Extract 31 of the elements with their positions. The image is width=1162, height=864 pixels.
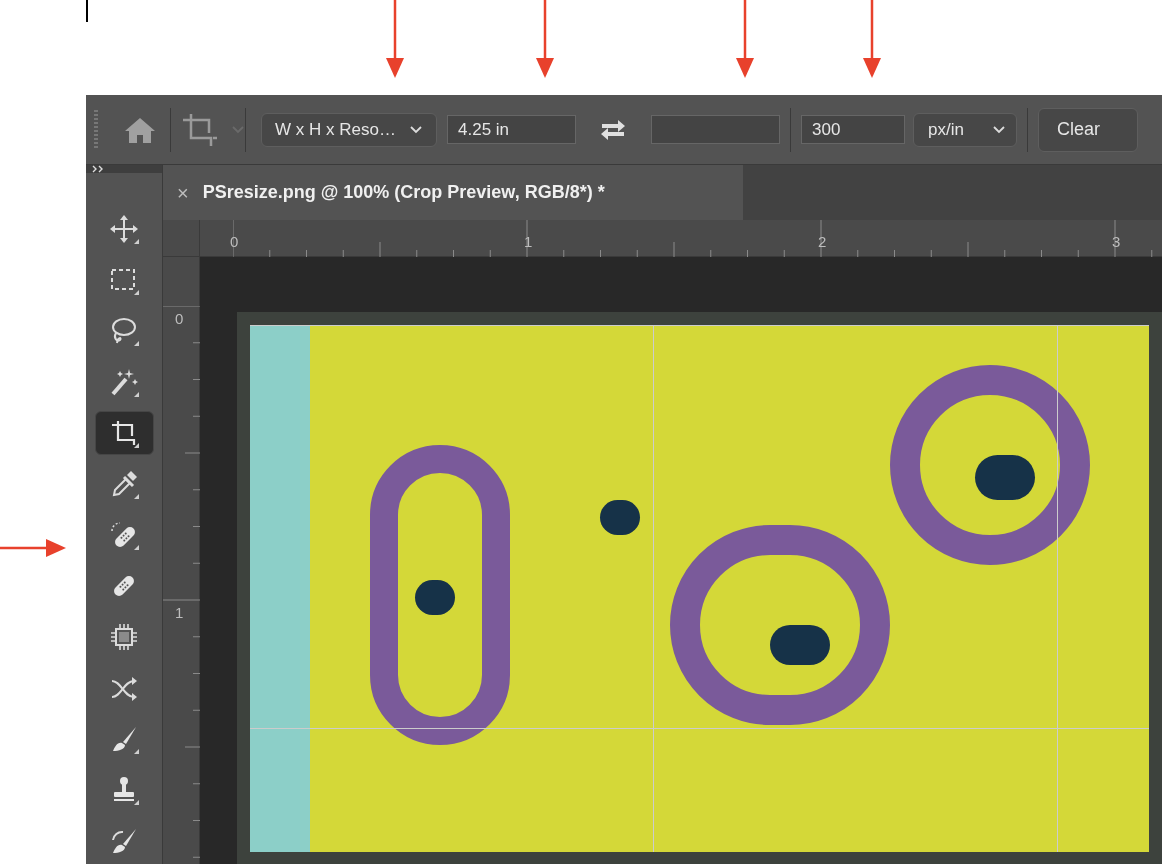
panel-grip-icon[interactable] [94,109,98,150]
lasso-icon [109,316,139,346]
move-icon [109,214,139,244]
close-tab-button[interactable]: × [177,182,189,203]
ruler-label: 0 [175,310,184,327]
clear-button[interactable]: Clear [1038,107,1138,152]
ratio-preset-dropdown[interactable]: W x H x Reso… [261,112,437,147]
tool-button[interactable] [94,411,154,455]
ruler-label: 3 [1112,233,1121,250]
crop-icon [181,112,217,147]
ruler-label: 1 [524,233,533,250]
text-cursor [86,0,88,22]
swap-arrows-icon [600,117,626,142]
patch-icon [109,622,139,652]
ruler-label: 0 [230,233,239,250]
chevron-down-icon [409,124,423,135]
ruler-label: 2 [818,233,827,250]
home-icon [123,115,157,144]
crop-icon [109,418,139,448]
width-field[interactable]: 4.25 in [447,115,576,144]
bandage-icon [109,520,139,550]
document-tab[interactable]: × PSresize.png @ 100% (Crop Preview, RGB/8*) * [163,165,743,220]
resolution-field[interactable]: 300 [801,115,905,144]
ruler-label: 1 [175,604,184,621]
resolution-unit-dropdown[interactable]: px/in [913,112,1017,147]
chevron-down-icon [992,124,1006,135]
collapse-panel-button[interactable] [86,165,162,173]
annotation-arrow [0,538,66,558]
chevron-down-icon [231,124,245,135]
height-field[interactable] [651,115,780,144]
document-title: PSresize.png @ 100% (Crop Preview, RGB/8*) * [202,181,605,204]
